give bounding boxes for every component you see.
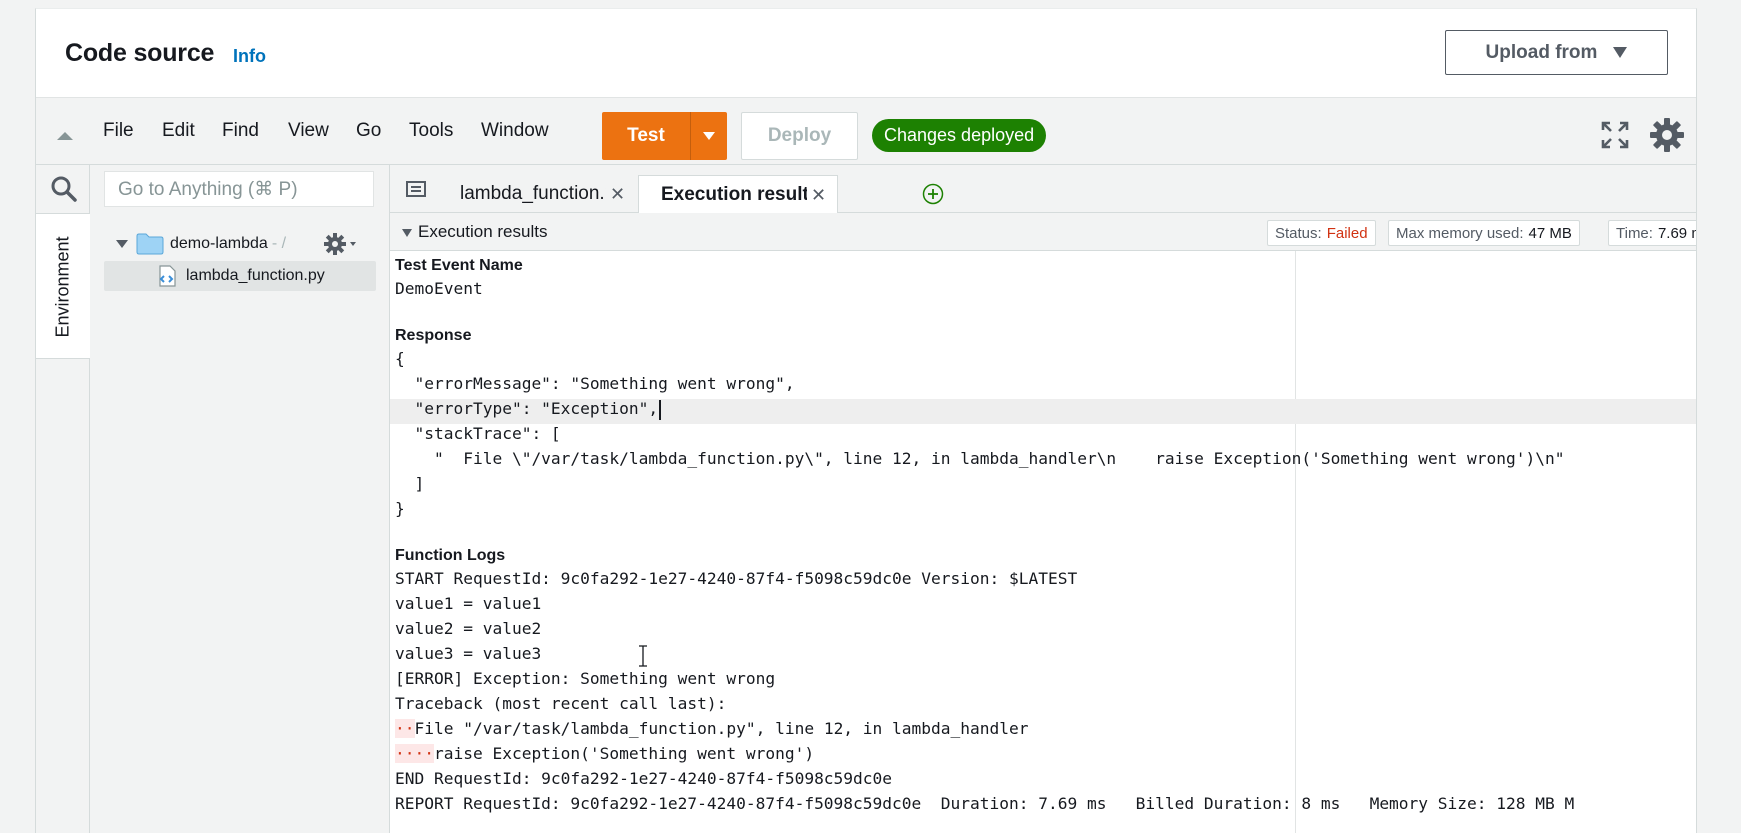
menu-window[interactable]: Window: [481, 120, 549, 142]
caret-down-icon[interactable]: [116, 240, 128, 248]
indent-marker: ··: [395, 719, 415, 738]
status-badge: Changes deployed: [872, 119, 1047, 152]
gear-icon[interactable]: [1649, 117, 1685, 153]
menu-find[interactable]: Find: [222, 120, 259, 142]
log-line: Traceback (most recent call last):: [395, 694, 727, 713]
time-label: Time:: [1616, 224, 1653, 242]
log-line-trace: ····raise Exception('Something went wron…: [395, 744, 814, 769]
environment-tab[interactable]: Environment: [36, 213, 90, 359]
menu-view[interactable]: View: [288, 120, 329, 142]
time-stat: Time: 7.69 ms: [1608, 220, 1696, 246]
response-line-text: "errorType": "Exception",: [395, 399, 659, 418]
memory-value: 47 MB: [1528, 224, 1572, 242]
deploy-button[interactable]: Deploy: [741, 112, 858, 160]
log-line: value3 = value3: [395, 644, 542, 663]
folder-settings-gear-icon[interactable]: [322, 231, 358, 257]
memory-label: Max memory used:: [1396, 224, 1524, 242]
environment-label: Environment: [52, 236, 73, 338]
print-margin-line: [1295, 251, 1296, 833]
status-stat: Status: Failed: [1267, 220, 1376, 246]
test-event-name: DemoEvent: [395, 279, 483, 298]
execution-results-title: Execution results: [418, 222, 548, 241]
add-tab-icon[interactable]: [922, 183, 944, 205]
log-line: START RequestId: 9c0fa292-1e27-4240-87f4…: [395, 569, 1078, 588]
trace-text: File "/var/task/lambda_function.py", lin…: [414, 719, 1029, 738]
collapse-caret-icon[interactable]: [402, 229, 412, 237]
tabs-menu-icon[interactable]: [406, 181, 426, 197]
log-line-trace: ··File "/var/task/lambda_function.py", l…: [395, 719, 1028, 744]
editor-tabbar: lambda_function.py ✕ Execution results ✕: [390, 165, 1696, 214]
code-source-panel: Code source Info Upload from File Edit F…: [35, 8, 1697, 833]
sidebar-strip: Environment: [36, 165, 90, 833]
response-line: "stackTrace": [: [395, 424, 561, 443]
log-line: [ERROR] Exception: Something went wrong: [395, 669, 776, 688]
tree-folder-demo-lambda[interactable]: demo-lambda - /: [104, 229, 376, 259]
folder-path-suffix: - /: [271, 235, 287, 252]
tab-label: lambda_function.py: [460, 183, 606, 204]
execution-results-header: Execution results Status: Failed Max mem…: [390, 213, 1696, 251]
indent-marker: ····: [395, 744, 434, 763]
response-heading: Response: [395, 327, 472, 344]
menu-edit[interactable]: Edit: [162, 120, 195, 142]
ide-toolbar: File Edit Find View Go Tools Window Test…: [36, 97, 1696, 165]
tree-file-lambda-function[interactable]: lambda_function.py: [104, 261, 376, 291]
status-label: Status:: [1275, 224, 1322, 242]
upload-from-button[interactable]: Upload from: [1445, 30, 1668, 75]
text-cursor: [659, 399, 662, 420]
test-dropdown-button[interactable]: [691, 112, 727, 160]
response-line: {: [395, 349, 405, 368]
execution-output[interactable]: Test Event Name DemoEvent Response { "er…: [390, 251, 1696, 833]
tab-lambda-function[interactable]: lambda_function.py ✕: [438, 175, 638, 213]
file-name: lambda_function.py: [186, 267, 325, 284]
log-line: value2 = value2: [395, 619, 542, 638]
test-event-heading: Test Event Name: [395, 257, 523, 274]
menu-file[interactable]: File: [103, 120, 134, 142]
fullscreen-icon[interactable]: [1601, 121, 1629, 149]
menu-go[interactable]: Go: [356, 120, 381, 142]
close-icon[interactable]: ✕: [811, 185, 826, 206]
test-button-label[interactable]: Test: [602, 112, 690, 160]
caret-down-icon: [703, 132, 715, 140]
tab-execution-results[interactable]: Execution results ✕: [638, 175, 838, 214]
folder-icon: [136, 233, 164, 255]
info-link[interactable]: Info: [233, 46, 266, 67]
response-line: "errorMessage": "Something went wrong",: [395, 374, 795, 393]
log-line: value1 = value1: [395, 594, 542, 613]
panel-header: Code source Info Upload from: [36, 9, 1696, 97]
page-title: Code source: [65, 39, 215, 67]
time-value: 7.69 ms: [1657, 224, 1696, 242]
search-icon[interactable]: [49, 174, 79, 204]
menu-tools[interactable]: Tools: [409, 120, 453, 142]
log-line: END RequestId: 9c0fa292-1e27-4240-87f4-f…: [395, 769, 893, 788]
response-line: }: [395, 499, 405, 518]
text-cursor-ibeam-icon: [639, 645, 647, 667]
function-logs-heading: Function Logs: [395, 547, 506, 564]
collapse-up-icon[interactable]: [57, 132, 73, 140]
response-line: " File \"/var/task/lambda_function.py\",…: [395, 449, 1565, 468]
caret-down-icon: [1613, 47, 1628, 58]
goto-anything-input[interactable]: Go to Anything (⌘ P): [104, 171, 374, 207]
response-line: ]: [395, 474, 425, 493]
status-value: Failed: [1326, 224, 1368, 242]
tab-label: Execution results: [661, 184, 807, 205]
upload-from-label: Upload from: [1485, 41, 1598, 63]
folder-name: demo-lambda: [170, 235, 268, 252]
test-button[interactable]: Test: [602, 112, 727, 160]
python-file-icon: [159, 265, 176, 287]
editor-area: lambda_function.py ✕ Execution results ✕…: [390, 165, 1696, 833]
memory-stat: Max memory used: 47 MB: [1388, 220, 1580, 246]
log-line: REPORT RequestId: 9c0fa292-1e27-4240-87f…: [395, 794, 1575, 813]
trace-text: raise Exception('Something went wrong'): [433, 744, 815, 763]
file-explorer: Go to Anything (⌘ P) demo-lambda - / lam…: [90, 165, 390, 833]
response-line-current: "errorType": "Exception",: [390, 399, 1696, 424]
close-icon[interactable]: ✕: [610, 184, 625, 205]
